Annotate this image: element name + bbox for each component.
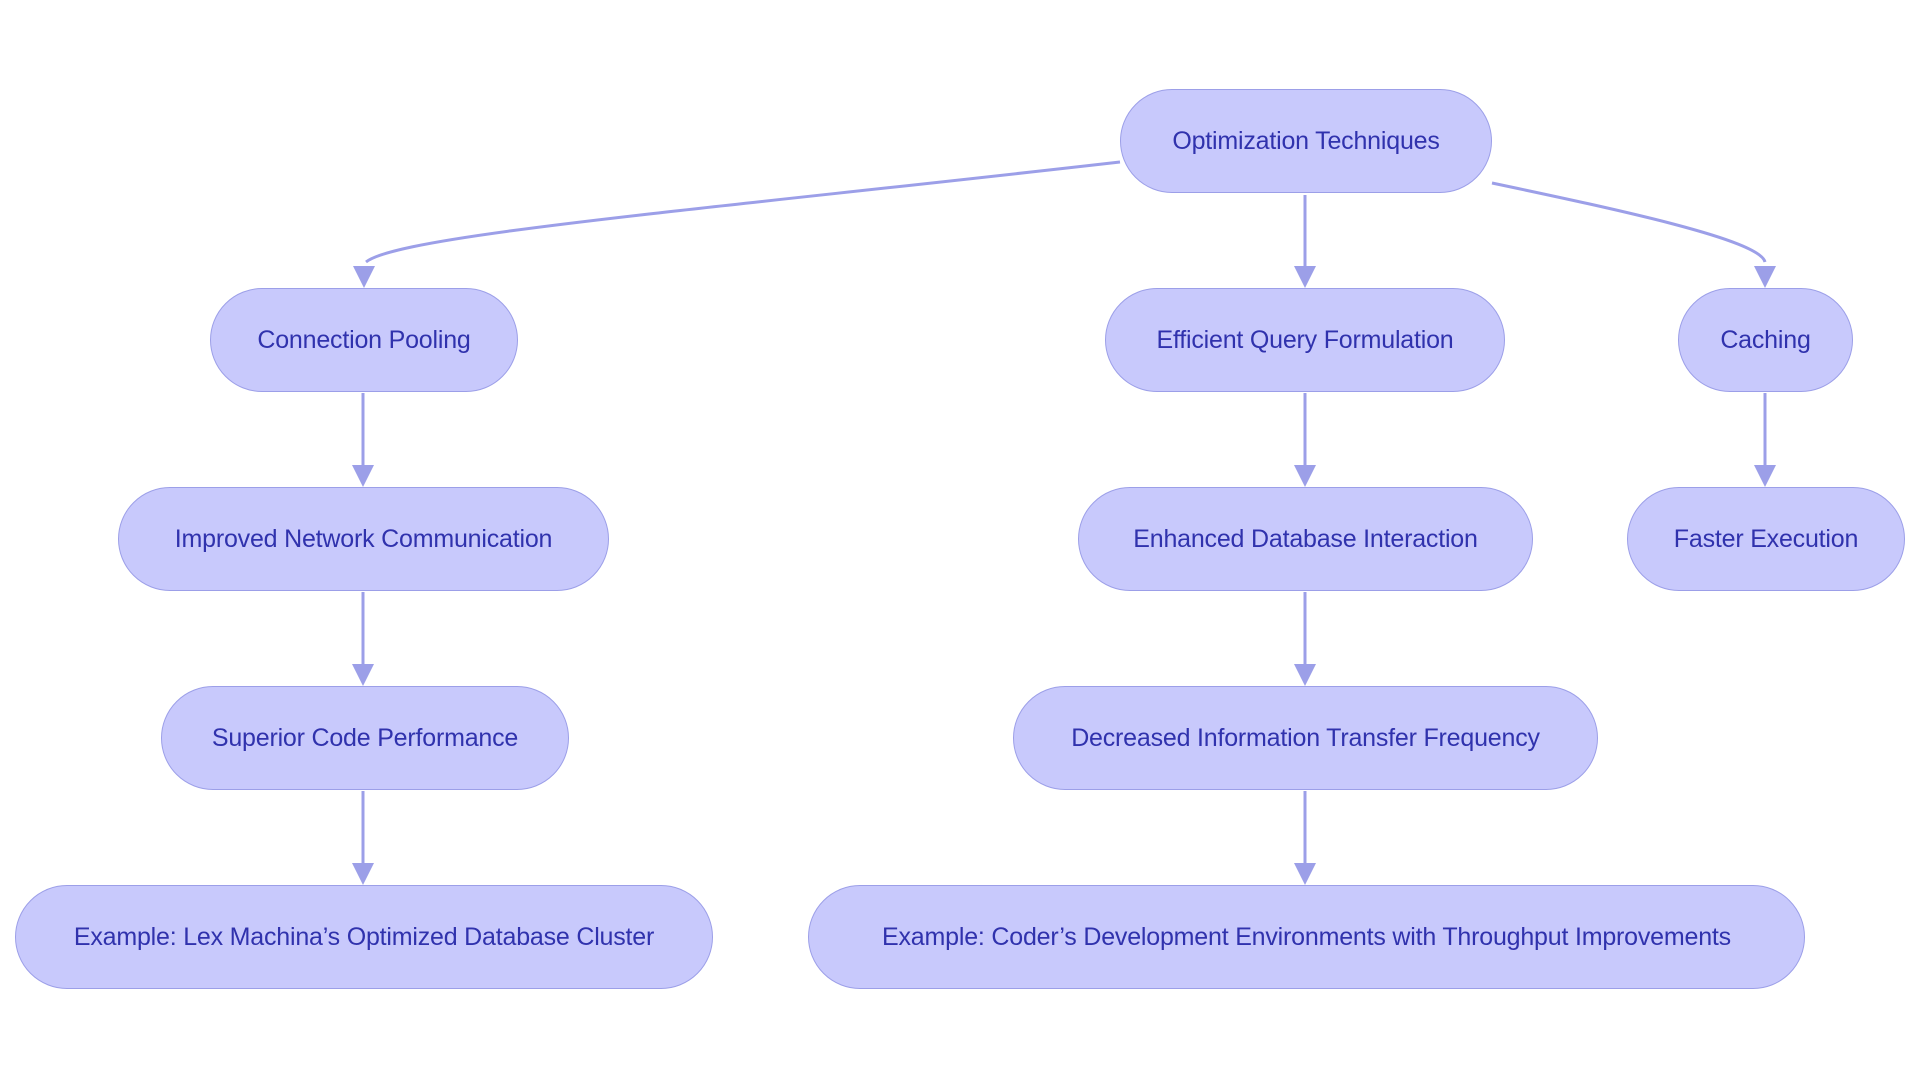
arrowhead-icon [352, 664, 374, 686]
node-label: Caching [1720, 325, 1811, 354]
node-label: Example: Coder’s Development Environment… [882, 922, 1731, 951]
arrowhead-icon [352, 465, 374, 487]
node-example-coder[interactable]: Example: Coder’s Development Environment… [808, 885, 1805, 989]
node-label: Connection Pooling [257, 325, 471, 354]
node-connection-pooling[interactable]: Connection Pooling [210, 288, 518, 392]
arrowhead-icon [1294, 266, 1316, 288]
node-label: Decreased Information Transfer Frequency [1071, 723, 1540, 752]
node-faster-execution[interactable]: Faster Execution [1627, 487, 1905, 591]
node-superior-code-performance[interactable]: Superior Code Performance [161, 686, 569, 790]
node-label: Faster Execution [1673, 524, 1859, 553]
arrowhead-icon [1754, 266, 1776, 288]
node-optimization-techniques[interactable]: Optimization Techniques [1120, 89, 1492, 193]
node-example-lex-machina[interactable]: Example: Lex Machina’s Optimized Databas… [15, 885, 713, 989]
node-label: Superior Code Performance [211, 723, 519, 752]
node-label: Example: Lex Machina’s Optimized Databas… [73, 922, 655, 951]
node-caching[interactable]: Caching [1678, 288, 1853, 392]
arrowhead-icon [352, 863, 374, 885]
edge-root-to-caching [1491, 181, 1767, 263]
arrowhead-icon [1754, 465, 1776, 487]
node-enhanced-database-interaction[interactable]: Enhanced Database Interaction [1078, 487, 1533, 591]
node-label: Optimization Techniques [1172, 126, 1440, 155]
node-decreased-information-transfer[interactable]: Decreased Information Transfer Frequency [1013, 686, 1598, 790]
arrowhead-icon [1294, 664, 1316, 686]
node-label: Efficient Query Formulation [1156, 325, 1454, 354]
edge-root-to-connection-pooling [365, 160, 1121, 264]
arrowhead-icon [1294, 465, 1316, 487]
arrowhead-icon [353, 266, 375, 288]
node-efficient-query-formulation[interactable]: Efficient Query Formulation [1105, 288, 1505, 392]
node-improved-network-communication[interactable]: Improved Network Communication [118, 487, 609, 591]
arrowhead-icon [1294, 863, 1316, 885]
node-label: Enhanced Database Interaction [1133, 524, 1478, 553]
node-label: Improved Network Communication [174, 524, 553, 553]
